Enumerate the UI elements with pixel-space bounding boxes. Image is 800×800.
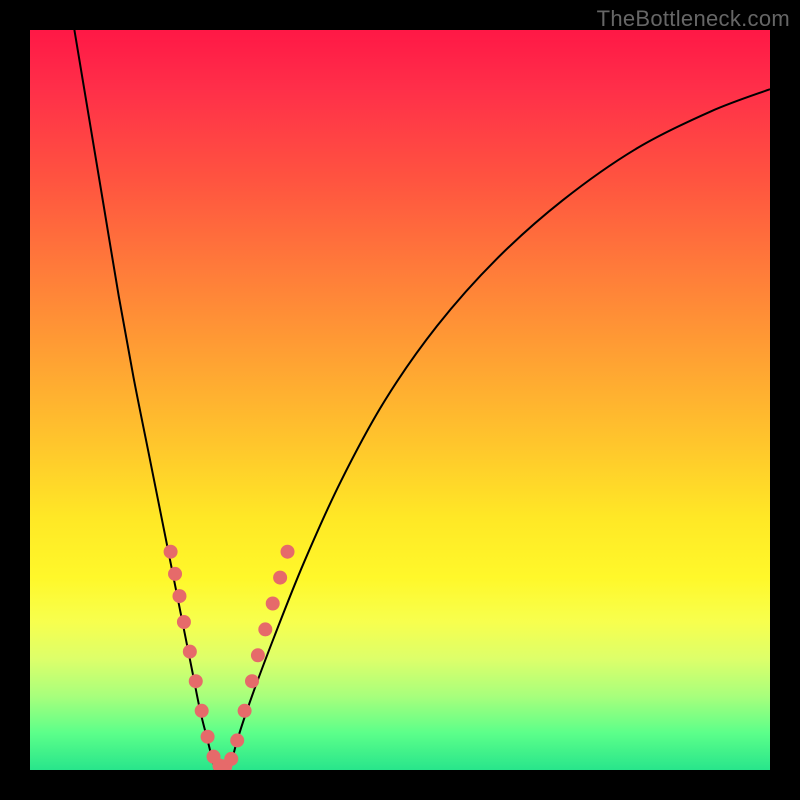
- data-marker: [189, 674, 203, 688]
- data-marker: [281, 545, 295, 559]
- data-marker: [224, 752, 238, 766]
- marker-group: [164, 545, 295, 770]
- right-branch-curve: [230, 89, 770, 770]
- data-marker: [230, 733, 244, 747]
- curve-layer: [30, 30, 770, 770]
- data-marker: [258, 622, 272, 636]
- data-marker: [164, 545, 178, 559]
- left-branch-curve: [74, 30, 215, 770]
- data-marker: [201, 730, 215, 744]
- data-marker: [168, 567, 182, 581]
- data-marker: [183, 645, 197, 659]
- watermark-text: TheBottleneck.com: [597, 6, 790, 32]
- plot-area: [30, 30, 770, 770]
- data-marker: [251, 648, 265, 662]
- data-marker: [266, 597, 280, 611]
- chart-frame: TheBottleneck.com: [0, 0, 800, 800]
- data-marker: [273, 571, 287, 585]
- data-marker: [238, 704, 252, 718]
- data-marker: [245, 674, 259, 688]
- data-marker: [172, 589, 186, 603]
- data-marker: [177, 615, 191, 629]
- data-marker: [195, 704, 209, 718]
